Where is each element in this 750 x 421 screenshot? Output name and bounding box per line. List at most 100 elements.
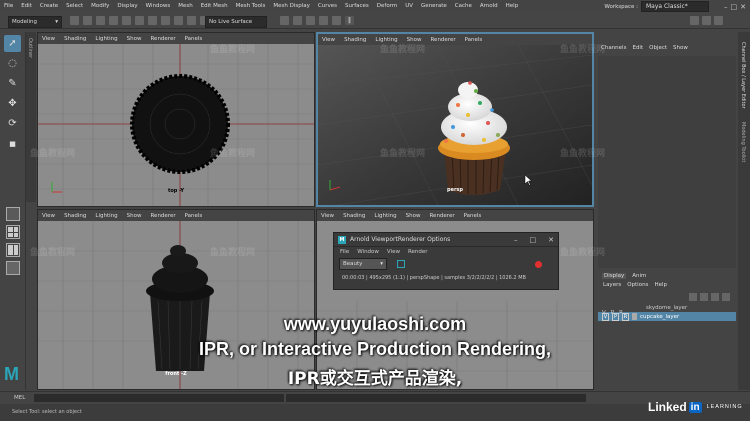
open-scene-icon[interactable] <box>83 16 92 25</box>
menu-display[interactable]: Display <box>117 3 137 9</box>
mel-command-input[interactable] <box>34 394 284 402</box>
viewport-menu-lighting[interactable]: Lighting <box>95 213 117 219</box>
render-frame-icon[interactable] <box>293 16 302 25</box>
menu-modify[interactable]: Modify <box>91 3 109 9</box>
snap-grid-icon[interactable] <box>174 16 183 25</box>
menu-mesh-display[interactable]: Mesh Display <box>273 3 310 9</box>
pause-icon[interactable]: ‖ <box>345 16 354 25</box>
stop-render-icon[interactable] <box>535 260 542 268</box>
arnold-menu-view[interactable]: View <box>387 249 400 255</box>
menu-generate[interactable]: Generate <box>421 3 447 9</box>
move-layer-up-icon[interactable] <box>689 293 697 301</box>
arnold-maximize-icon[interactable]: □ <box>530 236 537 244</box>
ipr-render-icon[interactable] <box>306 16 315 25</box>
viewport-menu-show[interactable]: Show <box>406 213 421 219</box>
new-scene-icon[interactable] <box>70 16 79 25</box>
four-view-layout-icon[interactable] <box>6 225 20 239</box>
menu-windows[interactable]: Windows <box>146 3 171 9</box>
toggle-attribute-editor-icon[interactable] <box>702 16 711 25</box>
hypershade-icon[interactable] <box>332 16 341 25</box>
viewport-menu-lighting[interactable]: Lighting <box>95 36 117 42</box>
workspace-selector[interactable]: Workspace : Maya Classic* – □ ✕ <box>604 1 746 12</box>
arnold-minimize-icon[interactable]: – <box>514 236 518 244</box>
viewport-menu-renderer[interactable]: Renderer <box>429 213 454 219</box>
outliner-layout-icon[interactable] <box>6 261 20 275</box>
modeling-toolkit-side-tab[interactable]: Modeling Toolkit <box>740 122 746 162</box>
viewport-menu-view[interactable]: View <box>321 213 334 219</box>
select-object-icon[interactable] <box>148 16 157 25</box>
viewport-menu-show[interactable]: Show <box>127 213 142 219</box>
channel-box-tab-show[interactable]: Show <box>673 45 688 51</box>
rotate-tool-icon[interactable]: ⟳ <box>4 115 21 132</box>
arnold-menu-file[interactable]: File <box>340 249 349 255</box>
menu-surfaces[interactable]: Surfaces <box>345 3 369 9</box>
new-layer-selected-icon[interactable] <box>722 293 730 301</box>
mel-label[interactable]: MEL <box>14 395 25 401</box>
select-component-icon[interactable] <box>161 16 170 25</box>
viewport-menu-shading[interactable]: Shading <box>64 36 86 42</box>
refresh-render-icon[interactable] <box>397 260 405 268</box>
channel-box-tab-edit[interactable]: Edit <box>632 45 643 51</box>
menu-curves[interactable]: Curves <box>318 3 337 9</box>
layer-menu-layers[interactable]: Layers <box>603 282 621 288</box>
toggle-modeling-toolkit-icon[interactable] <box>690 16 699 25</box>
menu-mesh[interactable]: Mesh <box>178 3 192 9</box>
viewport-menu-renderer[interactable]: Renderer <box>150 213 175 219</box>
viewport-menu-renderer[interactable]: Renderer <box>150 36 175 42</box>
viewport-menu-view[interactable]: View <box>42 36 55 42</box>
viewport-menu-shading[interactable]: Shading <box>344 37 366 43</box>
scale-tool-icon[interactable]: ■ <box>4 135 21 152</box>
viewport-front[interactable]: View Shading Lighting Show Renderer Pane… <box>37 209 315 390</box>
layer-menu-help[interactable]: Help <box>654 282 667 288</box>
viewport-menu-panels[interactable]: Panels <box>465 37 483 43</box>
aov-dropdown[interactable]: Beauty ▾ <box>339 258 387 270</box>
save-scene-icon[interactable] <box>96 16 105 25</box>
arnold-close-icon[interactable]: ✕ <box>548 236 554 244</box>
menu-file[interactable]: File <box>4 3 13 9</box>
menu-edit[interactable]: Edit <box>21 3 32 9</box>
viewport-menu-panels[interactable]: Panels <box>185 213 203 219</box>
render-view-icon[interactable] <box>280 16 289 25</box>
viewport-menu-renderer[interactable]: Renderer <box>430 37 455 43</box>
layer-tab-display[interactable]: Display <box>602 273 627 279</box>
arnold-menu-window[interactable]: Window <box>357 249 379 255</box>
viewport-menu-panels[interactable]: Panels <box>185 36 203 42</box>
menu-help[interactable]: Help <box>506 3 519 9</box>
mode-dropdown[interactable]: Modeling ▾ <box>8 16 62 28</box>
two-view-layout-icon[interactable] <box>6 243 20 257</box>
window-close-icon[interactable]: ✕ <box>740 3 746 11</box>
redo-icon[interactable] <box>122 16 131 25</box>
undo-icon[interactable] <box>109 16 118 25</box>
snap-curve-icon[interactable] <box>187 16 196 25</box>
workspace-dropdown[interactable]: Maya Classic* <box>641 1 709 12</box>
outliner-tab[interactable]: Outliner <box>26 32 36 202</box>
menu-create[interactable]: Create <box>40 3 58 9</box>
menu-uv[interactable]: UV <box>405 3 413 9</box>
render-settings-icon[interactable] <box>319 16 328 25</box>
layer-tab-anim[interactable]: Anim <box>632 273 646 279</box>
viewport-menu-shading[interactable]: Shading <box>343 213 365 219</box>
move-layer-down-icon[interactable] <box>700 293 708 301</box>
live-surface-dropdown[interactable]: No Live Surface <box>205 16 267 28</box>
channel-box-tab-object[interactable]: Object <box>649 45 667 51</box>
viewport-menu-lighting[interactable]: Lighting <box>374 213 396 219</box>
menu-mesh-tools[interactable]: Mesh Tools <box>236 3 266 9</box>
lasso-tool-icon[interactable]: ◌ <box>4 55 21 72</box>
viewport-menu-view[interactable]: View <box>42 213 55 219</box>
viewport-menu-panels[interactable]: Panels <box>464 213 482 219</box>
menu-select[interactable]: Select <box>66 3 83 9</box>
single-view-layout-icon[interactable] <box>6 207 20 221</box>
viewport-top[interactable]: View Shading Lighting Show Renderer Pane… <box>37 32 315 207</box>
viewport-menu-view[interactable]: View <box>322 37 335 43</box>
arnold-menu-render[interactable]: Render <box>408 249 428 255</box>
move-tool-icon[interactable]: ✥ <box>4 95 21 112</box>
viewport-menu-show[interactable]: Show <box>127 36 142 42</box>
menu-cache[interactable]: Cache <box>455 3 472 9</box>
toggle-channel-box-icon[interactable] <box>714 16 723 25</box>
viewport-menu-shading[interactable]: Shading <box>64 213 86 219</box>
select-tool-icon[interactable]: ➚ <box>4 35 21 52</box>
channel-box-side-tab[interactable]: Channel Box / Layer Editor <box>740 42 746 109</box>
new-layer-icon[interactable] <box>711 293 719 301</box>
window-maximize-icon[interactable]: □ <box>731 3 738 11</box>
paint-select-tool-icon[interactable]: ✎ <box>4 75 21 92</box>
